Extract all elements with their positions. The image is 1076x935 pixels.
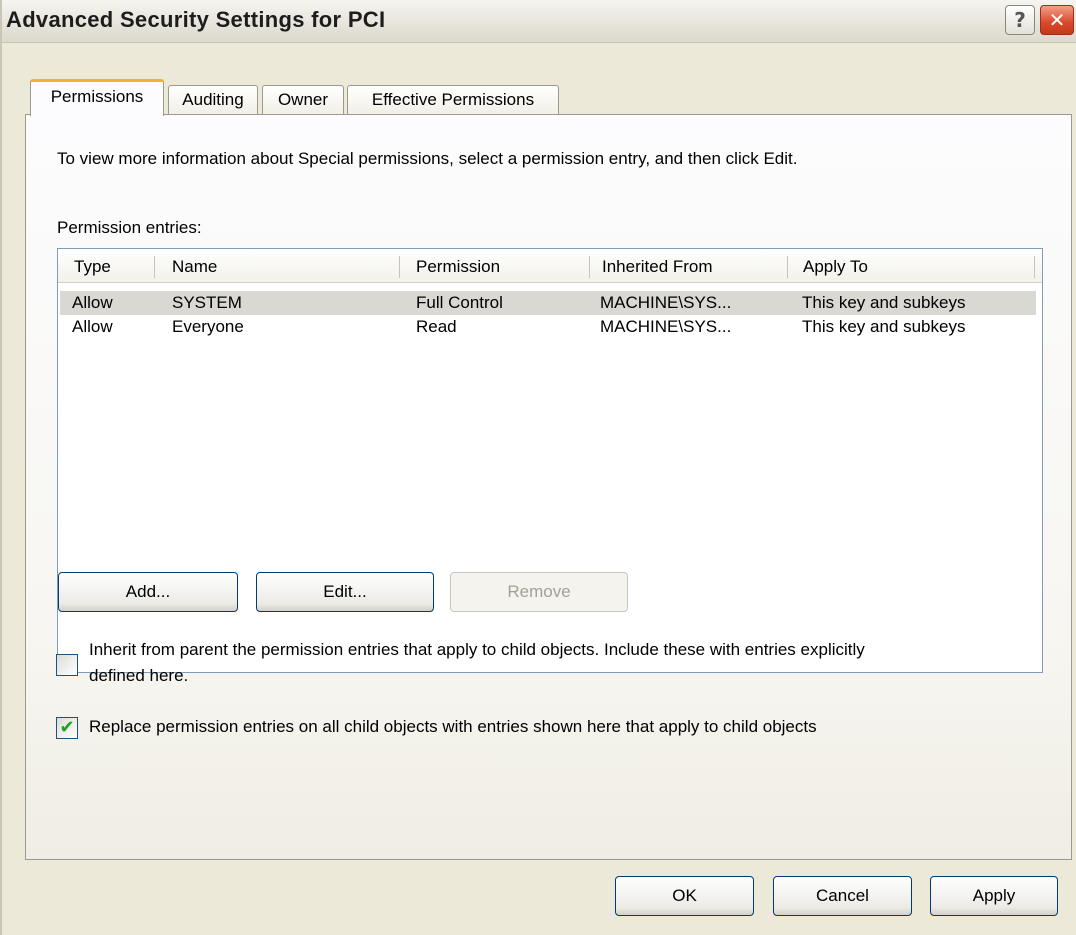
help-icon[interactable]: ? [1005, 5, 1035, 35]
column-header-inherited-from[interactable]: Inherited From [594, 249, 713, 282]
cell-permission: Read [416, 317, 457, 336]
close-icon[interactable]: ✕ [1040, 5, 1074, 35]
permissions-tab-panel: To view more information about Special p… [25, 114, 1072, 860]
column-divider[interactable] [1034, 256, 1035, 278]
checkmark-icon: ✔ [59, 717, 75, 738]
security-settings-dialog: Advanced Security Settings for PCI ? ✕ P… [0, 0, 1076, 935]
column-divider[interactable] [787, 256, 788, 278]
edit-button[interactable]: Edit... [256, 572, 434, 612]
cell-apply-to: This key and subkeys [802, 317, 966, 336]
cell-permission: Full Control [416, 293, 503, 312]
replace-checkbox-label[interactable]: Replace permission entries on all child … [89, 716, 817, 738]
table-row[interactable]: Allow Everyone Read MACHINE\SYS... This … [60, 315, 1036, 339]
permission-entries-label: Permission entries: [57, 218, 202, 237]
column-header-apply-to[interactable]: Apply To [795, 249, 868, 282]
inherit-checkbox-label-line1[interactable]: Inherit from parent the permission entri… [89, 639, 865, 661]
column-header-name[interactable]: Name [164, 249, 217, 282]
column-divider[interactable] [589, 256, 590, 278]
column-header-permission[interactable]: Permission [408, 249, 500, 282]
tab-effective-permissions[interactable]: Effective Permissions [347, 85, 559, 114]
tab-auditing[interactable]: Auditing [168, 85, 258, 114]
column-header-type[interactable]: Type [66, 249, 111, 282]
title-bar[interactable]: Advanced Security Settings for PCI ? ✕ [2, 0, 1076, 43]
inherit-checkbox-label-line2[interactable]: defined here. [89, 665, 188, 687]
tab-permissions[interactable]: Permissions [30, 79, 164, 116]
cell-name: Everyone [172, 317, 244, 336]
add-button[interactable]: Add... [58, 572, 238, 612]
inherit-checkbox[interactable] [56, 654, 78, 676]
list-header: Type Name Permission Inherited From Appl… [58, 249, 1042, 283]
cell-type: Allow [72, 317, 113, 336]
column-divider[interactable] [154, 256, 155, 278]
cancel-button[interactable]: Cancel [773, 876, 912, 916]
cell-type: Allow [72, 293, 113, 312]
column-divider[interactable] [399, 256, 400, 278]
remove-button[interactable]: Remove [450, 572, 628, 612]
tab-owner[interactable]: Owner [262, 85, 344, 114]
cell-inherited-from: MACHINE\SYS... [600, 317, 732, 336]
ok-button[interactable]: OK [615, 876, 754, 916]
window-title: Advanced Security Settings for PCI [6, 7, 386, 32]
cell-inherited-from: MACHINE\SYS... [600, 293, 732, 312]
instruction-text: To view more information about Special p… [57, 149, 798, 168]
replace-checkbox[interactable]: ✔ [56, 717, 78, 739]
table-row[interactable]: Allow SYSTEM Full Control MACHINE\SYS...… [60, 291, 1036, 315]
cell-apply-to: This key and subkeys [802, 293, 966, 312]
cell-name: SYSTEM [172, 293, 242, 312]
apply-button[interactable]: Apply [930, 876, 1058, 916]
